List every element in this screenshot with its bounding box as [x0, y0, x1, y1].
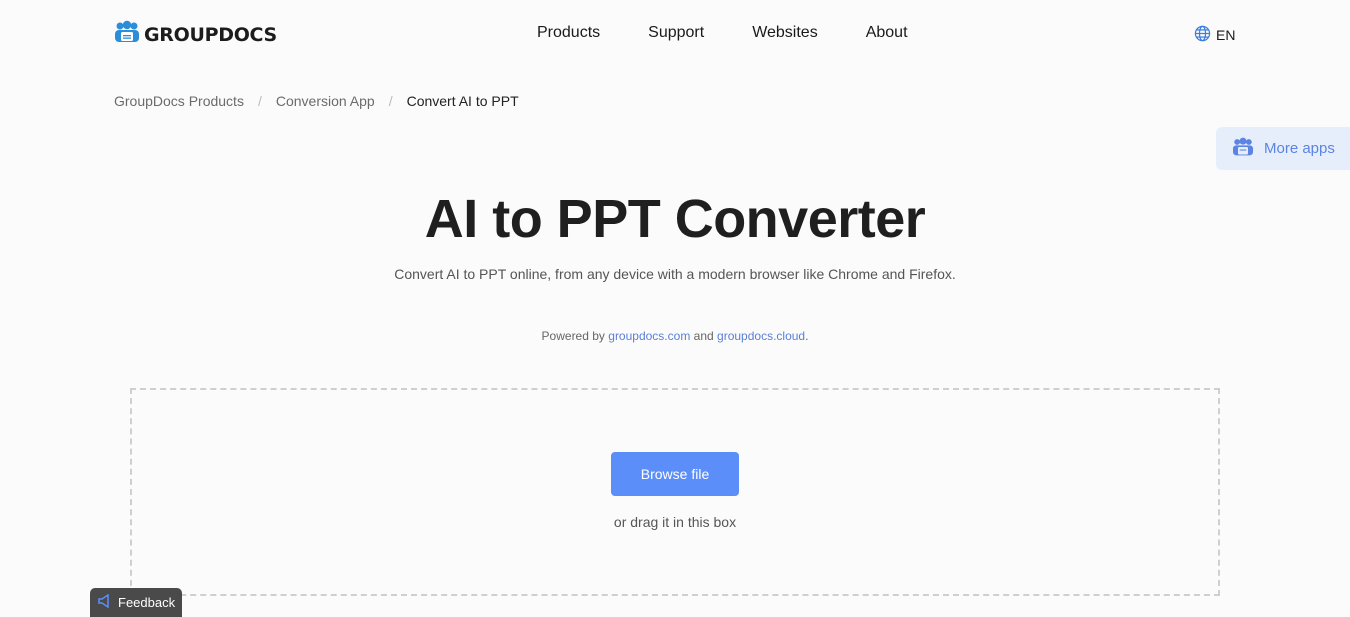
nav-products[interactable]: Products: [537, 24, 600, 42]
breadcrumb-current: Convert AI to PPT: [406, 93, 519, 109]
feedback-label: Feedback: [118, 595, 176, 610]
breadcrumb-separator: /: [257, 93, 262, 109]
page-subtitle: Convert AI to PPT online, from any devic…: [394, 266, 956, 282]
browse-file-button[interactable]: Browse file: [611, 452, 739, 496]
groupdocs-com-link[interactable]: groupdocs.com: [608, 329, 690, 343]
breadcrumb: GroupDocs Products / Conversion App / Co…: [114, 93, 519, 109]
groupdocs-logo[interactable]: GROUPDOCS: [114, 20, 277, 49]
language-label: EN: [1216, 27, 1236, 43]
powered-suffix: .: [805, 329, 809, 343]
globe-icon: [1194, 25, 1211, 45]
powered-by: Powered by groupdocs.com and groupdocs.c…: [0, 329, 1350, 343]
more-apps-button[interactable]: More apps: [1216, 127, 1350, 170]
groupdocs-logo-icon: [114, 20, 140, 49]
breadcrumb-groupdocs-products[interactable]: GroupDocs Products: [114, 93, 244, 109]
page-title: AI to PPT Converter: [424, 189, 926, 249]
logo-text: GROUPDOCS: [144, 23, 277, 46]
nav-support[interactable]: Support: [648, 24, 704, 42]
megaphone-icon: [98, 593, 110, 611]
drag-hint: or drag it in this box: [613, 514, 737, 530]
nav-websites[interactable]: Websites: [752, 24, 818, 42]
main-nav: Products Support Websites About: [537, 24, 956, 42]
powered-prefix: Powered by: [541, 329, 605, 343]
more-apps-label: More apps: [1264, 140, 1335, 157]
breadcrumb-separator: /: [388, 93, 393, 109]
groupdocs-cloud-link[interactable]: groupdocs.cloud: [717, 329, 805, 343]
breadcrumb-conversion-app[interactable]: Conversion App: [276, 93, 375, 109]
feedback-button[interactable]: Feedback: [90, 588, 182, 617]
powered-and: and: [693, 329, 714, 343]
language-selector[interactable]: EN: [1194, 25, 1235, 45]
nav-about[interactable]: About: [866, 24, 908, 42]
users-icon: [1232, 137, 1254, 161]
site-header: GROUPDOCS Products Support Websites Abou…: [0, 0, 1350, 66]
